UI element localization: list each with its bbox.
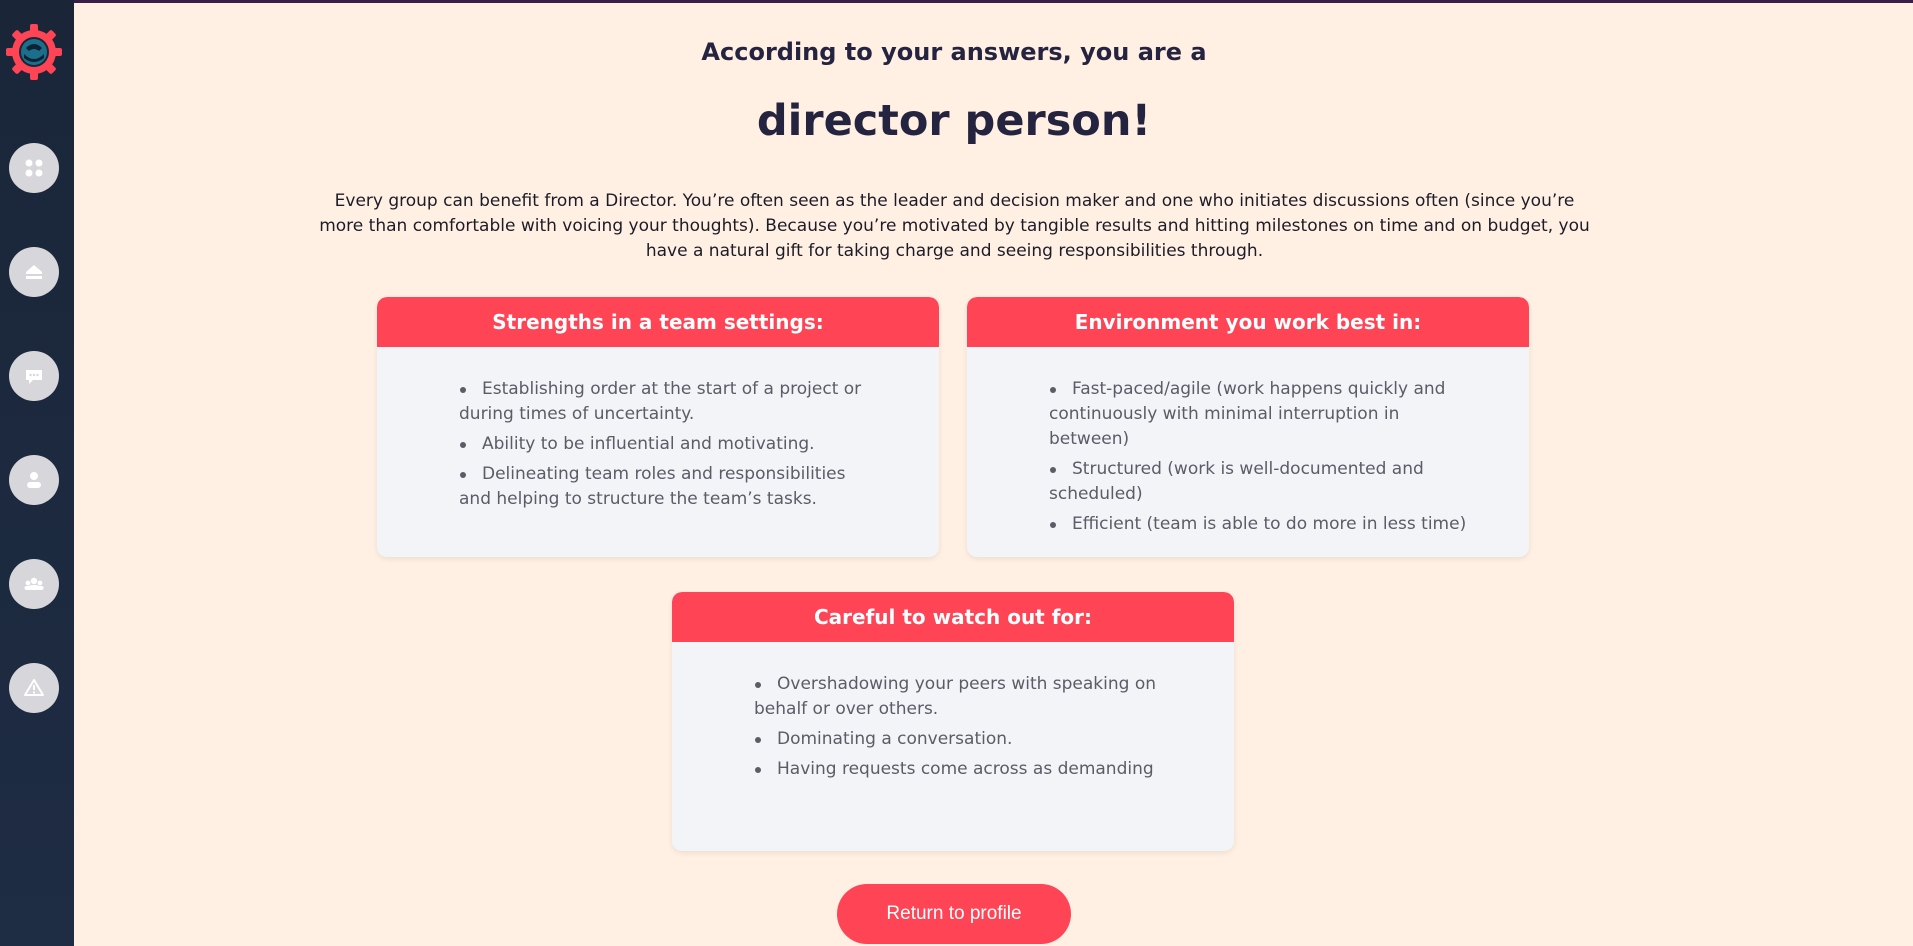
result-description: Every group can benefit from a Director.…: [319, 191, 1590, 261]
list-item: Delineating team roles and responsibilit…: [459, 462, 879, 512]
environment-card: Environment you work best in: Fast-paced…: [967, 297, 1529, 557]
watch-out-list: Overshadowing your peers with speaking o…: [754, 672, 1174, 787]
sidebar-item-home[interactable]: [9, 247, 59, 297]
strengths-card-title: Strengths in a team settings:: [377, 297, 939, 347]
sidebar-item-profile[interactable]: [9, 455, 59, 505]
environment-card-title: Environment you work best in:: [967, 297, 1529, 347]
list-item: Having requests come across as demanding: [754, 757, 1174, 782]
sidebar-item-team[interactable]: [9, 559, 59, 609]
list-item: Fast-paced/agile (work happens quickly a…: [1049, 377, 1469, 452]
user-icon: [27, 472, 41, 488]
strengths-card: Strengths in a team settings: Establishi…: [377, 297, 939, 557]
watch-out-card: Careful to watch out for: Overshadowing …: [672, 592, 1234, 851]
home-icon: [26, 265, 42, 279]
sidebar-item-apps[interactable]: [9, 143, 59, 193]
team-icon: [24, 577, 44, 590]
list-item: Structured (work is well-documented and …: [1049, 457, 1469, 507]
sidebar-item-chat[interactable]: [9, 351, 59, 401]
list-item: Overshadowing your peers with speaking o…: [754, 672, 1174, 722]
return-to-profile-button[interactable]: Return to profile: [837, 884, 1071, 944]
app-logo[interactable]: [4, 22, 64, 82]
result-title: director person!: [756, 96, 1152, 146]
strengths-list: Establishing order at the start of a pro…: [459, 377, 879, 517]
apps-icon: [25, 159, 43, 177]
result-intro: According to your answers, you are a: [701, 38, 1207, 66]
chat-icon: [26, 370, 42, 384]
list-item: Dominating a conversation.: [754, 727, 1174, 752]
gear-logo-icon: [6, 24, 62, 80]
sidebar: [0, 0, 74, 946]
list-item: Establishing order at the start of a pro…: [459, 377, 879, 427]
results-main: According to your answers, you are a dir…: [74, 0, 1913, 946]
list-item: Ability to be influential and motivating…: [459, 432, 879, 457]
list-item: Efficient (team is able to do more in le…: [1049, 512, 1469, 537]
sidebar-item-alerts[interactable]: [9, 663, 59, 713]
warning-icon: [24, 679, 44, 696]
environment-list: Fast-paced/agile (work happens quickly a…: [1049, 377, 1469, 542]
watch-out-card-title: Careful to watch out for:: [672, 592, 1234, 642]
